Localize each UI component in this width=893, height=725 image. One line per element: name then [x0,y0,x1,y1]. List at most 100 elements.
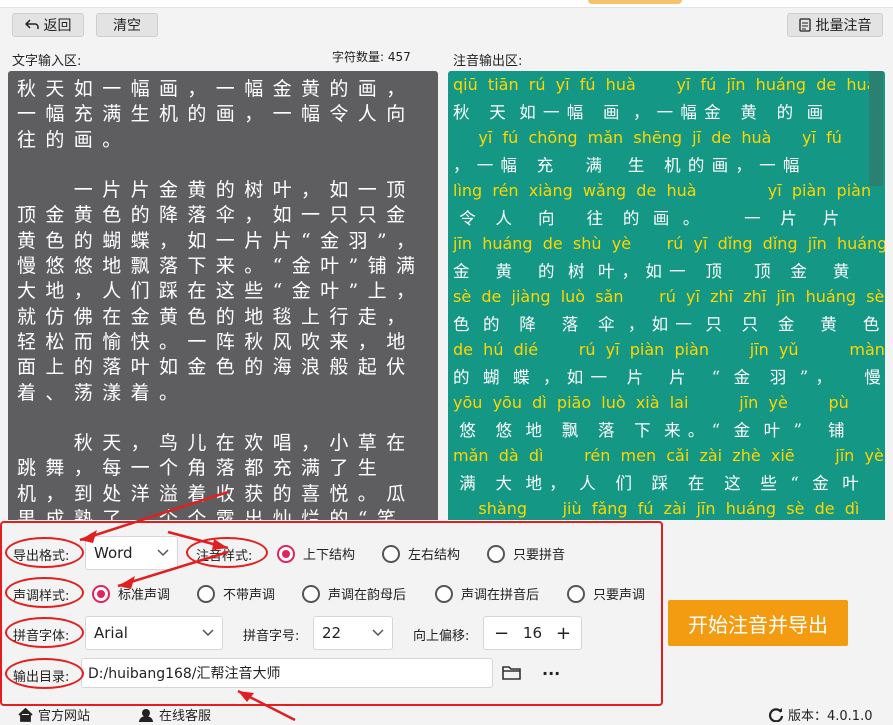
char-count: 字符数量: 457 [332,48,411,65]
batch-annotate-button[interactable]: 批量注音 [787,13,883,37]
footer-bar: 官方网站 在线客服 版本：4.0.1.0 [0,705,893,725]
offset-value[interactable]: 16 [523,624,542,642]
radio-indicator [435,584,453,603]
output-dir-value: D:/huibang168/汇帮注音大师 [88,666,281,682]
chevron-down-icon [202,629,214,637]
radio-indicator [92,584,110,603]
pinyin-size-value: 22 [322,624,342,642]
radio-tone-after-vowel[interactable]: 声调在韵母后 [302,584,406,603]
radio-label: 声调在韵母后 [328,588,407,603]
pinyin-line: qiū tiān rú yī fú huà yī fú jīn huáng de… [453,75,877,94]
radio-label: 不带声调 [223,588,276,603]
radio-indicator [382,544,400,563]
back-button[interactable]: 返回 [12,13,84,37]
refresh-icon [768,708,784,722]
chevron-down-icon [372,629,384,637]
hanzi-line: 秋 天 如 一 幅 画 ， 一 幅 金 黄 的 画 [453,103,825,122]
pinyin-font-value: Arial [94,624,128,642]
support-agent-icon [139,708,153,722]
radio-label: 左右结构 [408,548,461,563]
radio-structure-horizontal[interactable]: 左右结构 [382,544,460,563]
pinyin-row: mǎn dà dì rén men cǎi zài zhè xiē jīn yè… [448,446,885,499]
tone-style-label: 声调样式: [13,589,70,604]
radio-label: 只要拼音 [513,548,566,563]
version-label: 版本：4.0.1.0 [788,709,873,724]
pinyin-line: yī fú chōng mǎn shēng jī de huà yī fú [453,128,842,147]
app-window: { "toolbar": { "back_label": "返回", "clea… [0,0,893,725]
hanzi-line: 满 大 地 ， 人 们 踩 在 这 些 “ 金 叶 [453,474,860,493]
pinyin-size-select[interactable]: 22 [313,616,393,650]
support-link[interactable]: 在线客服 [138,705,211,724]
hanzi-line: 金 黄 的 树 叶 ， 如 一 顶 顶 金 黄 [453,262,851,281]
radio-indicator [567,584,585,603]
pinyin-row: lìng rén xiàng wǎng de huà yī piàn piàn … [448,181,885,234]
radio-label: 上下结构 [303,548,356,563]
title-strip [0,0,893,8]
pinyin-line: yōu yōu dì piāo luò xià lai jīn yè pù [453,393,849,412]
char-count-value: 457 [387,50,411,64]
start-export-button[interactable]: 开始注音并导出 [668,600,848,646]
pinyin-row: de hú dié rú yī piàn piàn jīn yǔ màn 的 蝴 … [448,340,885,393]
hanzi-line: 令 人 向 往 的 画 。 一 片 片 [453,209,841,228]
pinyin-line: shàng jiù fǎng fú zài jīn huáng sè de dì [453,499,860,518]
document-icon [798,18,811,32]
radio-tone-none[interactable]: 不带声调 [197,584,275,603]
version-info: 版本：4.0.1.0 [768,705,872,724]
radio-structure-vertical[interactable]: 上下结构 [277,544,355,563]
hanzi-line: ， 一 幅 充 满 生 机 的 画 ， 一 幅 [453,156,801,175]
offset-label: 向上偏移: [413,629,470,644]
export-format-label: 导出格式: [13,549,70,564]
pinyin-row: jīn huáng de shù yè rú yī dǐng dǐng jīn … [448,234,885,287]
pinyin-line: mǎn dà dì rén men cǎi zài zhè xiē jīn yè [453,446,884,465]
title-accent [588,0,682,4]
output-title: 注音输出区: [453,54,523,69]
radio-indicator [197,584,215,603]
radio-tone-only[interactable]: 只要声调 [567,584,645,603]
radio-label: 声调在拼音后 [461,588,540,603]
radio-indicator [277,544,295,563]
back-label: 返回 [43,18,72,34]
back-arrow-icon [24,19,39,29]
pinyin-row: qiū tiān rú yī fú huà yī fú jīn huáng de… [448,75,885,128]
radio-label: 标准声调 [118,588,171,603]
offset-stepper[interactable]: − 16 + [483,616,582,650]
pinyin-line: de hú dié rú yī piàn piàn jīn yǔ màn [453,340,885,359]
export-format-value: Word [94,544,133,562]
hanzi-line: 的 蝴 蝶 ， 如 一 片 片 “ 金 羽 ” ， 慢 [453,368,882,387]
pinyin-line: lìng rén xiàng wǎng de huà yī piàn piàn [453,181,872,200]
more-options-button[interactable]: ··· [542,664,560,683]
folder-icon[interactable] [502,664,522,685]
radio-label: 只要声调 [593,588,646,603]
radio-indicator [302,584,320,603]
website-label: 官方网站 [38,709,91,724]
batch-label: 批量注音 [815,18,872,34]
hanzi-line: 悠 悠 地 飘 落 下 来 。 “ 金 叶 ” 铺 [453,421,846,440]
pinyin-size-label: 拼音字号: [243,629,300,644]
hanzi-line: 色 的 降 落 伞 ， 如 一 只 只 金 黄 色 [453,315,881,334]
pinyin-output-area[interactable]: qiū tiān rú yī fú huà yī fú jīn huáng de… [448,71,885,526]
pinyin-row: yī fú chōng mǎn shēng jī de huà yī fú ， 一… [448,128,885,181]
clear-button[interactable]: 清空 [96,13,158,37]
char-count-label: 字符数量: [332,50,385,64]
text-input-area[interactable]: 秋天如一幅画，一幅金黄的画，一幅充满生机的画，一幅令人向往的画。 一片片金黄的树… [8,71,438,523]
input-text[interactable]: 秋天如一幅画，一幅金黄的画，一幅充满生机的画，一幅令人向往的画。 一片片金黄的树… [8,71,428,523]
pinyin-row: yōu yōu dì piāo luò xià lai jīn yè pù 悠 … [448,393,885,446]
website-link[interactable]: 官方网站 [18,705,90,724]
radio-pinyin-only[interactable]: 只要拼音 [487,544,565,563]
pinyin-font-select[interactable]: Arial [85,616,223,650]
radio-tone-standard[interactable]: 标准声调 [92,584,170,603]
radio-indicator [487,544,505,563]
decrement-button[interactable]: − [494,623,509,644]
pinyin-font-label: 拼音字体: [13,629,70,644]
output-scrollbar[interactable] [869,71,883,186]
radio-tone-after-pinyin[interactable]: 声调在拼音后 [435,584,539,603]
increment-button[interactable]: + [556,623,571,644]
pinyin-line: sè de jiàng luò sǎn rú yī zhī zhī jīn hu… [453,287,885,306]
annotation-style-label: 注音样式: [196,549,253,564]
export-format-select[interactable]: Word [85,536,178,570]
home-icon [18,707,33,722]
support-label: 在线客服 [159,709,212,724]
pinyin-line: jīn huáng de shù yè rú yī dǐng dǐng jīn … [453,234,885,253]
output-dir-field[interactable]: D:/huibang168/汇帮注音大师 [81,658,493,688]
pinyin-row: sè de jiàng luò sǎn rú yī zhī zhī jīn hu… [448,287,885,340]
